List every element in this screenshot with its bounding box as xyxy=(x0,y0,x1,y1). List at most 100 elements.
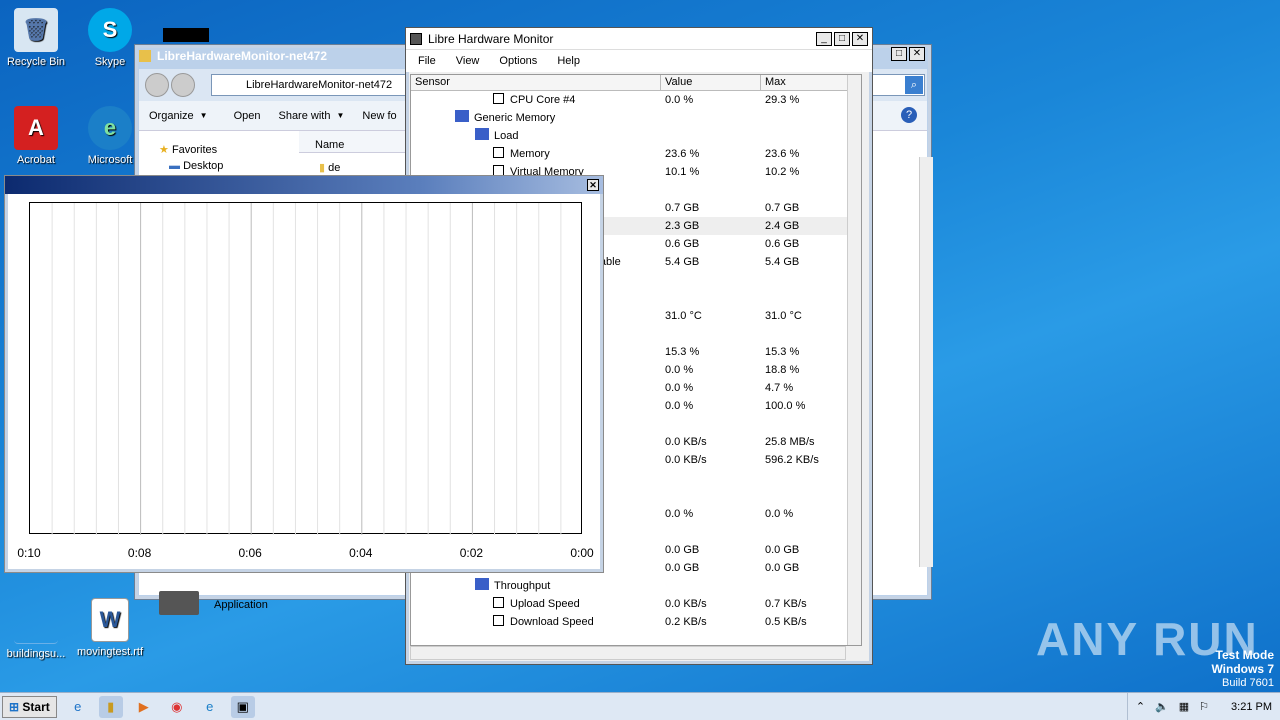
desktop-icon-recycle-bin[interactable]: 🗑 Recycle Bin xyxy=(0,8,72,68)
plot-window[interactable]: ✕ 0:10 0:08 0:06 0:04 0:02 0:00 xyxy=(4,175,604,573)
search-input[interactable]: ⌕ xyxy=(871,74,925,96)
sensor-checkbox[interactable] xyxy=(493,93,504,104)
lhm-vscroll[interactable] xyxy=(847,75,861,645)
desktop-icon-acrobat[interactable]: A Acrobat Reader DC xyxy=(0,106,72,166)
lhm-taskbar-icon[interactable]: ▣ xyxy=(230,695,255,718)
sensor-max: 29.3 % xyxy=(765,94,800,106)
x-tick-label: 0:00 xyxy=(570,546,594,560)
hardware-icon xyxy=(475,128,489,140)
start-button[interactable]: ⊞ Start xyxy=(2,695,57,718)
sensor-row[interactable]: Throughput xyxy=(411,577,851,595)
sensor-max: 18.8 % xyxy=(765,364,800,376)
sensor-max: 2.4 GB xyxy=(765,220,800,232)
desktop-icon-label: Recycle Bin xyxy=(6,56,66,68)
sensor-row[interactable]: Load xyxy=(411,127,851,145)
word-doc-icon: W xyxy=(91,598,129,642)
explorer-taskbar-icon[interactable]: ▮ xyxy=(98,695,123,718)
explorer-vscroll[interactable] xyxy=(919,157,933,567)
sensor-checkbox[interactable] xyxy=(493,597,504,608)
sensor-row[interactable]: CPU Core #4 0.0 % 29.3 % xyxy=(411,91,851,109)
ie-icon[interactable]: e xyxy=(66,696,90,718)
edge-icon: e xyxy=(88,106,132,150)
sensor-name: Memory xyxy=(493,145,550,163)
windows-logo-icon: ⊞ xyxy=(9,699,20,714)
sensor-name: Download Speed xyxy=(493,613,594,631)
column-sensor[interactable]: Sensor xyxy=(411,75,661,90)
nav-favorites[interactable]: ★ Favorites xyxy=(139,131,297,156)
plot-window-controls: ✕ xyxy=(585,179,599,191)
column-name-header[interactable]: Name xyxy=(299,131,409,153)
lhm-hscroll[interactable] xyxy=(410,646,846,660)
sensor-name: Load xyxy=(475,127,518,145)
x-tick-label: 0:04 xyxy=(349,546,373,560)
back-button[interactable] xyxy=(145,73,169,97)
forward-button[interactable] xyxy=(171,73,195,97)
application-icon xyxy=(159,591,199,615)
sensor-value: 15.3 % xyxy=(665,346,700,358)
sensor-value: 0.0 % xyxy=(665,508,694,520)
lhm-titlebar[interactable]: Libre Hardware Monitor _ □ ✕ xyxy=(406,28,872,50)
sensor-max: 0.0 GB xyxy=(765,562,800,574)
organize-button[interactable]: Organize xyxy=(149,110,194,122)
sensor-value: 5.4 GB xyxy=(665,256,700,268)
sensor-row[interactable]: Download Speed 0.2 KB/s 0.5 KB/s xyxy=(411,613,851,631)
menu-options[interactable]: Options xyxy=(499,55,537,67)
edge-icon[interactable]: e xyxy=(198,696,222,718)
close-button[interactable]: ✕ xyxy=(909,47,925,61)
sensor-max: 15.3 % xyxy=(765,346,800,358)
hardware-icon xyxy=(475,578,489,590)
hardware-icon xyxy=(455,110,469,122)
chevron-up-icon[interactable]: ⌃ xyxy=(1136,700,1145,713)
desktop-icon-label: buildingsu... xyxy=(6,648,66,660)
volume-icon[interactable]: 🔈 xyxy=(1155,700,1169,713)
menu-help[interactable]: Help xyxy=(557,55,580,67)
sensor-label: Load xyxy=(494,130,519,142)
close-button[interactable]: ✕ xyxy=(587,179,599,191)
sensor-checkbox[interactable] xyxy=(493,615,504,626)
nav-desktop[interactable]: ▬ Desktop xyxy=(139,156,297,172)
sensor-row[interactable]: Generic Memory xyxy=(411,109,851,127)
minimize-button[interactable]: _ xyxy=(816,31,832,46)
sensor-value: 0.0 % xyxy=(665,400,694,412)
new-folder-button[interactable]: New fo xyxy=(362,110,396,122)
bottom-item-label[interactable]: Application xyxy=(214,599,268,611)
plot-titlebar[interactable]: ✕ xyxy=(5,176,603,194)
network-icon[interactable]: ▦ xyxy=(1179,700,1189,713)
sensor-row[interactable]: Memory 23.6 % 23.6 % xyxy=(411,145,851,163)
taskbar: ⊞ Start e ▮ ▶ ◉ e ▣ ⌃ 🔈 ▦ ⚐ 3:21 PM xyxy=(0,692,1280,720)
maximize-button[interactable]: □ xyxy=(834,31,850,46)
os-text: Windows 7 xyxy=(1211,662,1274,676)
menu-file[interactable]: File xyxy=(418,55,436,67)
sensor-value: 0.6 GB xyxy=(665,238,700,250)
maximize-button[interactable]: □ xyxy=(891,47,907,61)
desktop-icon-file[interactable]: buildingsu... xyxy=(0,600,72,660)
sensor-row[interactable]: Upload Speed 0.0 KB/s 0.7 KB/s xyxy=(411,595,851,613)
address-bar[interactable]: LibreHardwareMonitor-net472 xyxy=(211,74,411,96)
file-icon xyxy=(14,600,58,644)
folder-icon: ▮ xyxy=(319,162,326,174)
desktop-icon-word-doc[interactable]: W movingtest.rtf xyxy=(74,598,146,658)
column-max[interactable]: Max xyxy=(761,75,849,90)
plot-area[interactable] xyxy=(29,202,582,535)
media-player-icon[interactable]: ▶ xyxy=(132,696,156,718)
column-value[interactable]: Value xyxy=(661,75,761,90)
flag-icon[interactable]: ⚐ xyxy=(1199,700,1209,713)
sensor-max: 0.7 KB/s xyxy=(765,598,807,610)
search-icon[interactable]: ⌕ xyxy=(905,76,923,94)
sensor-name: Generic Memory xyxy=(455,109,555,127)
sensor-value: 0.0 % xyxy=(665,364,694,376)
close-button[interactable]: ✕ xyxy=(852,31,868,46)
file-item[interactable]: ▮ de xyxy=(319,161,340,174)
lhm-menubar: File View Options Help xyxy=(406,50,872,72)
menu-view[interactable]: View xyxy=(456,55,480,67)
open-button[interactable]: Open xyxy=(234,110,261,122)
chrome-icon[interactable]: ◉ xyxy=(165,696,189,718)
sensor-max: 23.6 % xyxy=(765,148,800,160)
clock[interactable]: 3:21 PM xyxy=(1231,701,1272,713)
sensor-checkbox[interactable] xyxy=(493,147,504,158)
help-icon[interactable]: ? xyxy=(901,107,917,123)
share-with-button[interactable]: Share with xyxy=(278,110,330,122)
recycle-bin-icon: 🗑 xyxy=(14,8,58,52)
sensor-value: 0.0 GB xyxy=(665,544,700,556)
sensor-value: 0.0 GB xyxy=(665,562,700,574)
